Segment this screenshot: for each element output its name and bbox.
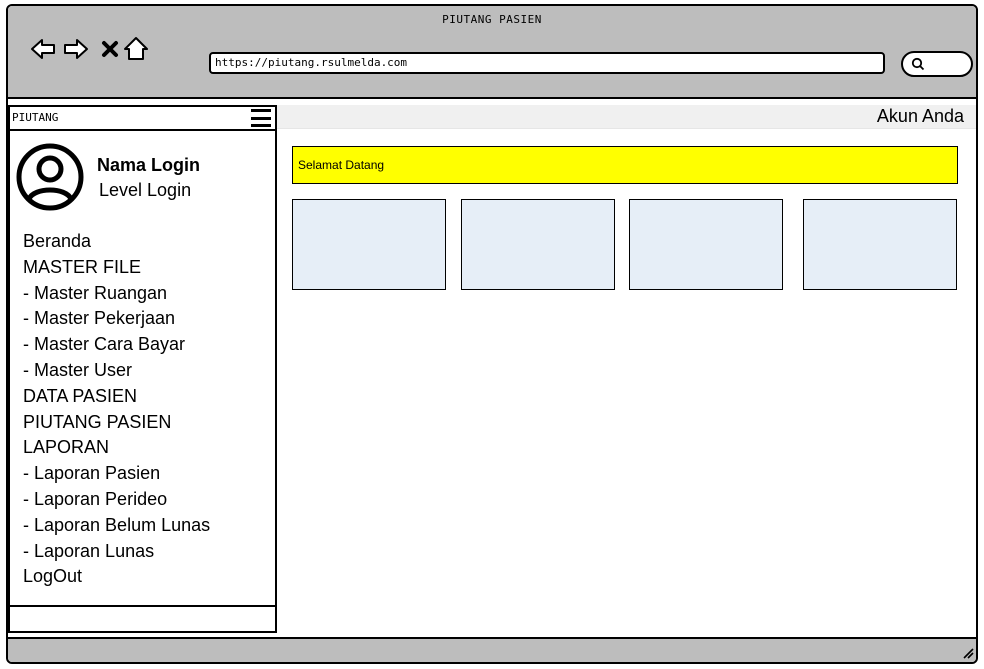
status-bar [8, 637, 976, 662]
menu-item-laporan-perideo[interactable]: - Laporan Perideo [23, 487, 210, 513]
sidebar: PIUTANG Nama Login Level Login Beranda M… [8, 105, 277, 633]
login-level: Level Login [99, 180, 192, 200]
user-avatar-icon [16, 143, 84, 211]
menu-item-laporan-belum-lunas[interactable]: - Laporan Belum Lunas [23, 513, 210, 539]
hamburger-icon[interactable] [251, 109, 271, 127]
browser-toolbar: PIUTANG PASIEN https://piutang.rsulmelda… [8, 6, 976, 99]
menu-item-master-user[interactable]: - Master User [23, 358, 210, 384]
menu-item-data-pasien[interactable]: DATA PASIEN [23, 384, 210, 410]
menu-item-laporan-lunas[interactable]: - Laporan Lunas [23, 539, 210, 565]
sidebar-menu: Beranda MASTER FILE - Master Ruangan - M… [23, 229, 210, 590]
menu-item-logout[interactable]: LogOut [23, 564, 210, 590]
menu-item-master-pekerjaan[interactable]: - Master Pekerjaan [23, 306, 210, 332]
menu-item-master-cara-bayar[interactable]: - Master Cara Bayar [23, 332, 210, 358]
menu-item-beranda[interactable]: Beranda [23, 229, 210, 255]
menu-item-master-file[interactable]: MASTER FILE [23, 255, 210, 281]
window-title: PIUTANG PASIEN [442, 13, 542, 26]
search-button[interactable] [901, 51, 973, 77]
login-name: Nama Login [97, 155, 201, 175]
dashboard-card[interactable] [461, 199, 615, 290]
menu-item-piutang-pasien[interactable]: PIUTANG PASIEN [23, 410, 210, 436]
resize-grip-icon[interactable] [960, 645, 974, 659]
menu-item-laporan-pasien[interactable]: - Laporan Pasien [23, 461, 210, 487]
sidebar-title: PIUTANG [12, 111, 59, 124]
menu-item-laporan[interactable]: LAPORAN [23, 435, 210, 461]
sidebar-footer [10, 605, 275, 631]
account-link[interactable]: Akun Anda [877, 106, 964, 127]
address-bar[interactable]: https://piutang.rsulmelda.com [209, 52, 885, 74]
arrow-left-icon [31, 39, 55, 59]
menu-item-master-ruangan[interactable]: - Master Ruangan [23, 281, 210, 307]
home-button[interactable] [121, 34, 151, 64]
welcome-banner: Selamat Datang [292, 146, 958, 184]
browser-window: PIUTANG PASIEN https://piutang.rsulmelda… [6, 4, 978, 664]
back-button[interactable] [28, 34, 58, 64]
top-header: Akun Anda [277, 105, 976, 129]
dashboard-card[interactable] [629, 199, 783, 290]
home-icon [124, 37, 148, 60]
search-icon [911, 57, 925, 71]
forward-button[interactable] [61, 34, 91, 64]
dashboard-card[interactable] [803, 199, 957, 290]
arrow-right-icon [64, 39, 88, 59]
dashboard-card[interactable] [292, 199, 446, 290]
close-icon [102, 41, 118, 57]
sidebar-header: PIUTANG [10, 107, 275, 131]
